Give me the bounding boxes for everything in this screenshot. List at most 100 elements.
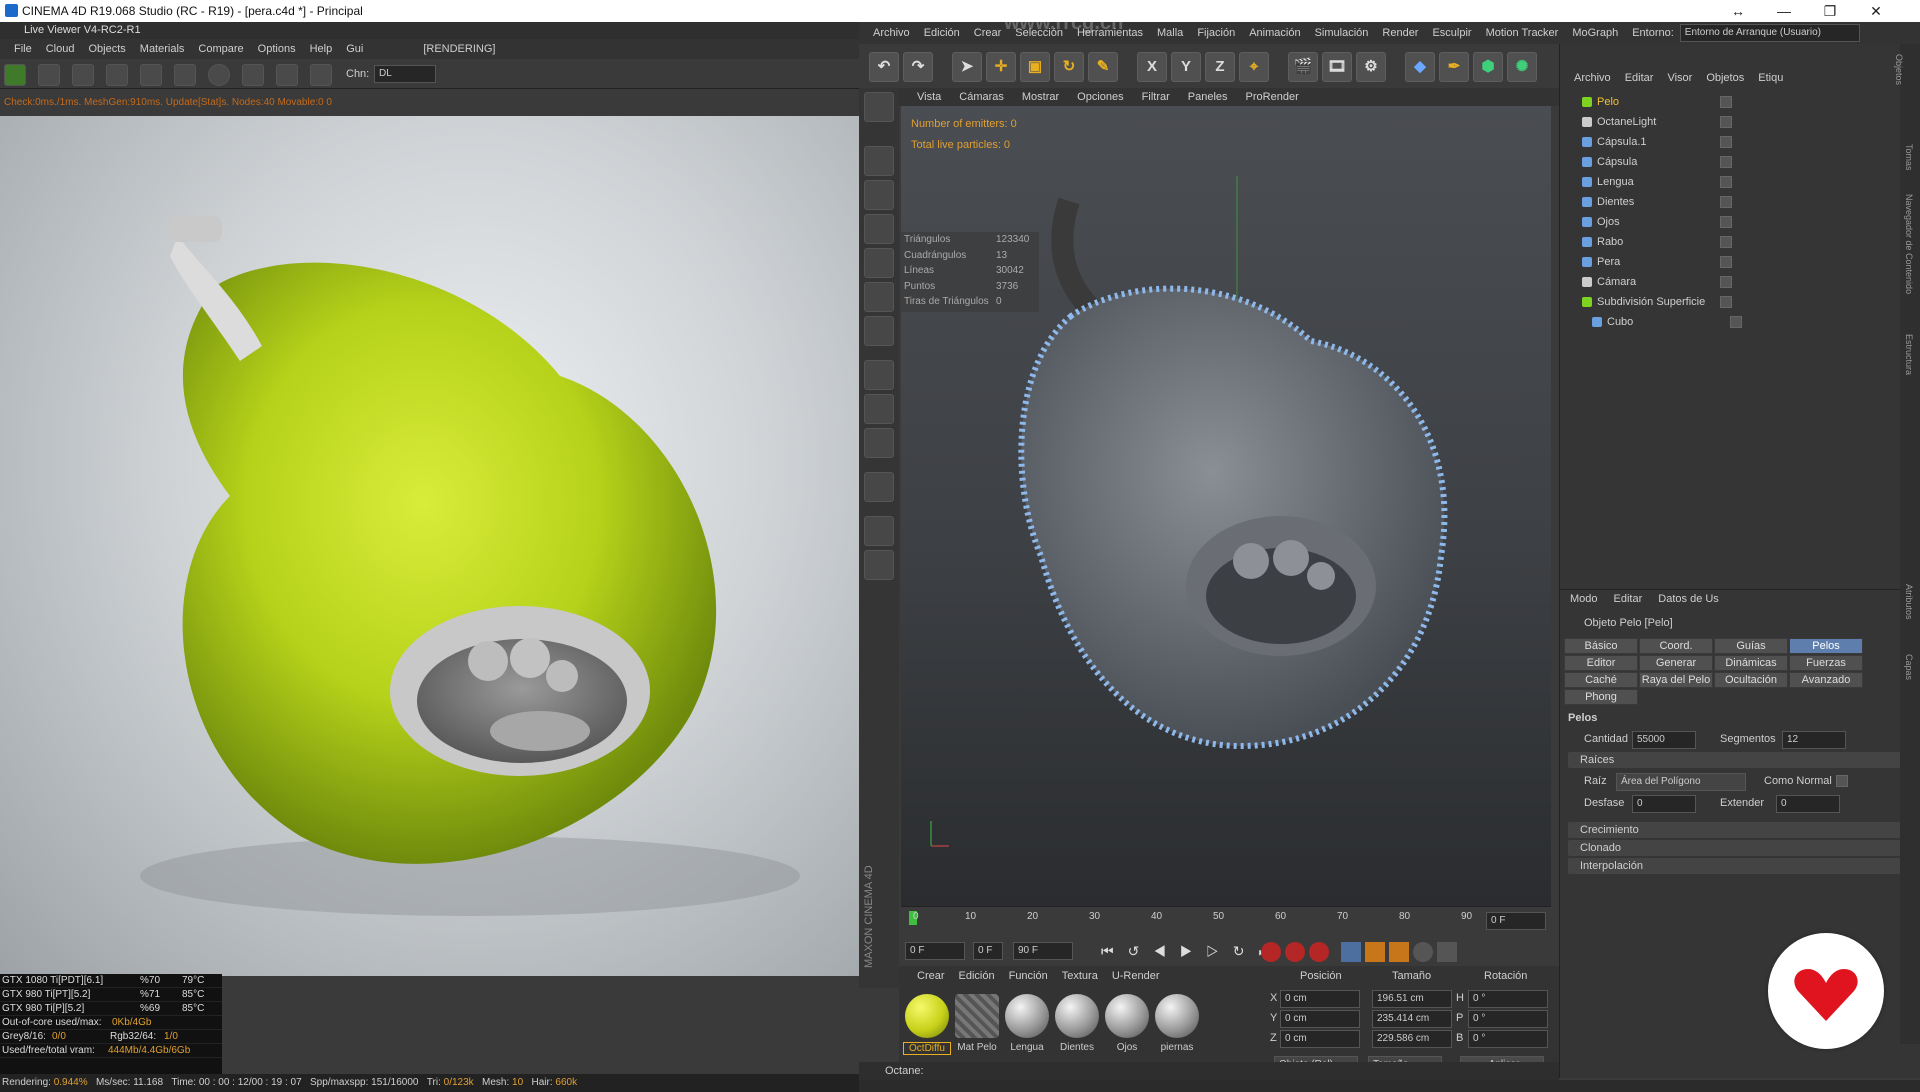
desfase-field[interactable]: 0 — [1632, 795, 1696, 813]
material-swatch[interactable] — [1055, 994, 1099, 1038]
tab-raya[interactable]: Raya del Pelo — [1639, 672, 1713, 688]
current-frame-field[interactable]: 0 F — [905, 942, 965, 960]
tweak-icon[interactable] — [864, 394, 894, 424]
rotate-icon[interactable]: ↻ — [1054, 52, 1084, 82]
menu-fijacion[interactable]: Fijación — [1197, 27, 1235, 39]
x-axis-icon[interactable]: X — [1137, 52, 1167, 82]
obj-menu-archivo[interactable]: Archivo — [1574, 72, 1611, 84]
vp-menu-filtrar[interactable]: Filtrar — [1142, 91, 1170, 103]
restart-icon[interactable] — [38, 64, 60, 86]
frame-end-field[interactable]: 0 F — [1486, 912, 1546, 930]
rot-p-field[interactable]: 0 ° — [1468, 1010, 1548, 1028]
menu-simulacion[interactable]: Simulación — [1315, 27, 1369, 39]
autokey-icon[interactable] — [1285, 942, 1305, 962]
material-swatch[interactable] — [1155, 994, 1199, 1038]
key-scale-icon[interactable] — [1365, 942, 1385, 962]
grid-lock-icon[interactable] — [864, 516, 894, 546]
visibility-toggle[interactable] — [1720, 136, 1732, 148]
vp-menu-vista[interactable]: Vista — [917, 91, 941, 103]
menu-malla[interactable]: Malla — [1157, 27, 1183, 39]
pin2-icon[interactable] — [310, 64, 332, 86]
object-row-camara[interactable]: Cámara — [1560, 272, 1900, 292]
lv-menu-materials[interactable]: Materials — [140, 43, 185, 55]
generator-icon[interactable]: ⬢ — [1473, 52, 1503, 82]
object-row-pelo[interactable]: Pelo — [1560, 92, 1900, 112]
settings-gear-icon[interactable] — [140, 64, 162, 86]
render-start-icon[interactable] — [4, 64, 26, 86]
polygons-mode-icon[interactable] — [864, 316, 894, 346]
render-view-icon[interactable]: 🎬 — [1288, 52, 1318, 82]
interpolacion-section[interactable]: Interpolación — [1568, 858, 1908, 874]
keyframe-help-icon[interactable] — [1309, 942, 1329, 962]
snap-icon[interactable] — [864, 428, 894, 458]
object-row-cubo[interactable]: Cubo — [1570, 312, 1910, 332]
visibility-toggle[interactable] — [1720, 116, 1732, 128]
raiz-select[interactable]: Área del Polígono — [1616, 773, 1746, 791]
clonado-section[interactable]: Clonado — [1568, 840, 1908, 856]
chn-select[interactable]: DL — [374, 65, 436, 83]
pos-x-field[interactable]: 0 cm — [1280, 990, 1360, 1008]
coord-system-icon[interactable]: ⌖ — [1239, 52, 1269, 82]
object-row-lengua[interactable]: Lengua — [1560, 172, 1900, 192]
environment-select[interactable]: Entorno de Arranque (Usuario) — [1679, 24, 1860, 42]
lv-menu-options[interactable]: Options — [258, 43, 296, 55]
side-tab-estructura[interactable]: Estructura — [1904, 334, 1914, 375]
tab-avanzado[interactable]: Avanzado — [1789, 672, 1863, 688]
segmentos-field[interactable]: 12 — [1782, 731, 1846, 749]
tab-dinamicas[interactable]: Dinámicas — [1714, 655, 1788, 671]
attr-menu-datos[interactable]: Datos de Us — [1658, 593, 1719, 605]
move-icon[interactable]: ✛ — [986, 52, 1016, 82]
object-row-octanelight[interactable]: OctaneLight — [1560, 112, 1900, 132]
menu-edicion[interactable]: Edición — [924, 27, 960, 39]
pos-z-field[interactable]: 0 cm — [1280, 1030, 1360, 1048]
deformer-icon[interactable]: ✺ — [1507, 52, 1537, 82]
3d-viewport[interactable]: Number of emitters: 0 Total live particl… — [901, 106, 1551, 906]
side-tab-capas[interactable]: Capas — [1904, 654, 1914, 680]
close-button[interactable]: ✕ — [1854, 0, 1898, 22]
lv-menu-objects[interactable]: Objects — [88, 43, 125, 55]
menu-render[interactable]: Render — [1382, 27, 1418, 39]
tab-basico[interactable]: Básico — [1564, 638, 1638, 654]
crecimiento-section[interactable]: Crecimiento — [1568, 822, 1908, 838]
viewport-solo-icon[interactable] — [864, 92, 894, 122]
menu-animacion[interactable]: Animación — [1249, 27, 1300, 39]
tab-fuerzas[interactable]: Fuerzas — [1789, 655, 1863, 671]
sphere-icon[interactable] — [208, 64, 230, 86]
model-mode-icon[interactable] — [864, 146, 894, 176]
spline-pen-icon[interactable]: ✒ — [1439, 52, 1469, 82]
mat-menu-funcion[interactable]: Función — [1009, 970, 1048, 982]
visibility-toggle[interactable] — [1720, 296, 1732, 308]
tab-pelos[interactable]: Pelos — [1789, 638, 1863, 654]
mat-menu-textura[interactable]: Textura — [1062, 970, 1098, 982]
vp-menu-camaras[interactable]: Cámaras — [959, 91, 1004, 103]
lv-menu-cloud[interactable]: Cloud — [46, 43, 75, 55]
material-swatch[interactable] — [955, 994, 999, 1038]
size-z-field[interactable]: 229.586 cm — [1372, 1030, 1452, 1048]
obj-menu-etiquetas[interactable]: Etiqu — [1758, 72, 1783, 84]
render-settings-icon[interactable]: ⚙ — [1356, 52, 1386, 82]
obj-menu-visor[interactable]: Visor — [1667, 72, 1692, 84]
visibility-toggle[interactable] — [1720, 256, 1732, 268]
timeline[interactable]: 0 10 20 30 40 50 60 70 80 90 0 F — [901, 906, 1551, 936]
attr-menu-modo[interactable]: Modo — [1570, 593, 1598, 605]
tab-cache[interactable]: Caché — [1564, 672, 1638, 688]
obj-menu-objetos[interactable]: Objetos — [1706, 72, 1744, 84]
lv-menu-compare[interactable]: Compare — [198, 43, 243, 55]
key-pla-icon[interactable] — [1437, 942, 1457, 962]
menu-esculpir[interactable]: Esculpir — [1432, 27, 1471, 39]
magnet-icon[interactable] — [864, 472, 894, 502]
vp-menu-mostrar[interactable]: Mostrar — [1022, 91, 1059, 103]
visibility-toggle[interactable] — [1730, 316, 1742, 328]
minimize-button[interactable]: — — [1762, 0, 1806, 22]
cantidad-field[interactable]: 55000 — [1632, 731, 1696, 749]
menu-motion-tracker[interactable]: Motion Tracker — [1486, 27, 1559, 39]
side-tab-atributos[interactable]: Atributos — [1904, 584, 1914, 620]
visibility-toggle[interactable] — [1720, 216, 1732, 228]
vp-menu-prorender[interactable]: ProRender — [1246, 91, 1299, 103]
object-row-pera[interactable]: Pera — [1560, 252, 1900, 272]
scale-icon[interactable]: ▣ — [1020, 52, 1050, 82]
region-icon[interactable] — [106, 64, 128, 86]
object-row-subdivision[interactable]: Subdivisión Superficie — [1560, 292, 1900, 312]
object-row-dientes[interactable]: Dientes — [1560, 192, 1900, 212]
resize-icon[interactable]: ↔ — [1716, 0, 1760, 22]
